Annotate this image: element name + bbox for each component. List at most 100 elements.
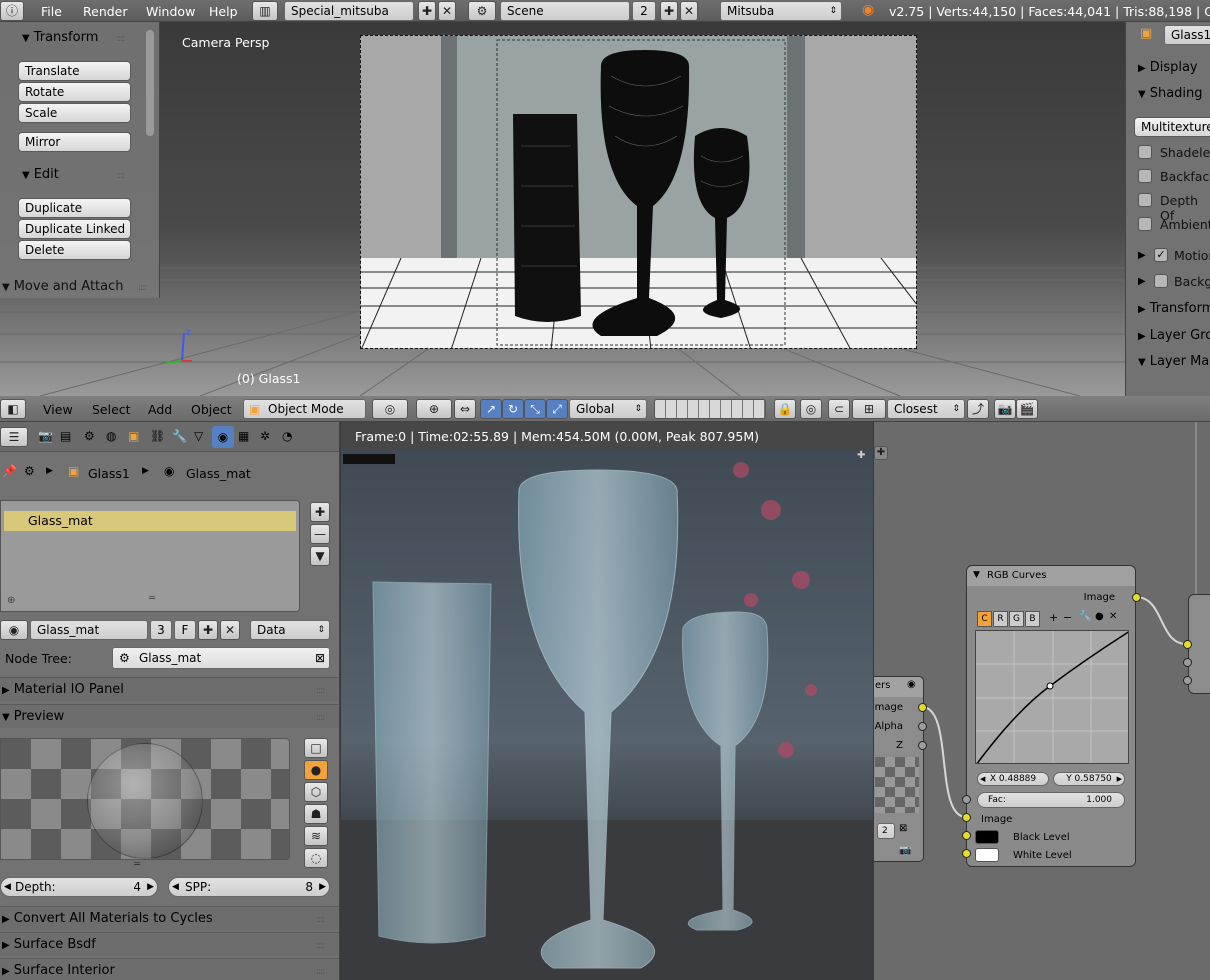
constraints-tab-icon[interactable]: ⛓ — [150, 429, 165, 443]
alpha-output-socket[interactable] — [918, 722, 927, 731]
surface-bsdf-panel[interactable]: ▶ Surface Bsdf:::: — [0, 932, 339, 956]
preview-flat-icon[interactable]: □ — [304, 738, 328, 758]
render-animation-icon[interactable]: 🎬 — [1016, 399, 1038, 419]
display-panel-header[interactable]: ▶ Display — [1138, 60, 1198, 75]
black-level-input-socket[interactable] — [962, 831, 971, 840]
fac-slider[interactable]: Fac: 1.000 — [977, 792, 1125, 808]
render-layers-node-header[interactable]: ers ◉ — [874, 677, 923, 697]
particles-tab-icon[interactable]: ✲ — [260, 429, 270, 443]
object-name-field[interactable]: Glass1 — [1164, 25, 1210, 45]
layer-buttons[interactable] — [654, 399, 766, 419]
drag-grip-icon[interactable]: :::: — [316, 915, 325, 925]
translate-manipulator-icon[interactable]: ↗ — [480, 399, 502, 419]
render-layers-node[interactable]: ers ◉ Image Alpha Z 2 ⊠ 📷 — [874, 676, 924, 862]
preview-hair-icon[interactable]: ≋ — [304, 826, 328, 846]
rgb-curves-node[interactable]: ▼ RGB Curves Image C R G B + − 🔧 ● ✕ ◀ X … — [966, 565, 1136, 867]
curve-point-y-field[interactable]: Y 0.58750 ▶ — [1053, 772, 1125, 786]
pin-icon[interactable]: 📌 — [2, 464, 17, 478]
rotate-manipulator-icon[interactable]: ↻ — [502, 399, 524, 419]
channel-tab-green[interactable]: G — [1009, 611, 1024, 627]
remove-material-slot-icon[interactable]: — — [310, 524, 330, 544]
material-io-panel[interactable]: ▶ Material IO Panel:::: — [0, 677, 339, 701]
zoom-in-icon[interactable]: + — [1049, 611, 1058, 624]
curve-point-x-field[interactable]: ◀ X 0.48889 — [977, 772, 1049, 786]
backface-checkbox[interactable] — [1138, 169, 1152, 183]
preview-sphere-icon[interactable]: ● — [304, 760, 328, 780]
world-tab-icon[interactable]: ◍ — [106, 429, 116, 443]
snap-element-icon[interactable]: ⊞ — [852, 399, 886, 419]
rgb-curves-node-header[interactable]: ▼ RGB Curves — [967, 566, 1135, 586]
depth-of-field-checkbox[interactable] — [1138, 193, 1152, 207]
manipulator-toggle-icon[interactable]: ⇔ — [454, 399, 476, 419]
decrement-arrow-icon[interactable]: ◀ — [4, 878, 11, 896]
collapse-arrow-icon[interactable]: ▼ — [973, 570, 980, 580]
material-browse-icon[interactable]: ◉ — [0, 620, 28, 640]
output-node-z-socket[interactable] — [1183, 676, 1192, 685]
scale-manipulator-icon[interactable]: ⤡ — [524, 399, 546, 419]
physics-tab-icon[interactable]: ◔ — [282, 429, 292, 443]
fac-input-socket[interactable] — [962, 795, 971, 804]
remove-screen-icon[interactable]: ✕ — [438, 1, 456, 21]
texture-tab-icon[interactable]: ▦ — [238, 429, 249, 443]
material-name-field[interactable]: Glass_mat — [30, 620, 148, 640]
render-layers-tab-icon[interactable]: ▤ — [60, 429, 71, 443]
channel-tab-blue[interactable]: B — [1025, 611, 1040, 627]
editor-type-3d-view-icon[interactable]: ◧ — [0, 399, 26, 419]
duplicate-button[interactable]: Duplicate — [18, 198, 131, 218]
render-engine-dropdown[interactable]: Mitsuba ⇕ — [720, 1, 842, 21]
rotate-button[interactable]: Rotate — [18, 82, 131, 102]
clip-icon[interactable]: ● — [1095, 611, 1104, 622]
ambient-checkbox[interactable] — [1138, 217, 1152, 231]
render-layer-icon[interactable]: 📷 — [899, 845, 911, 856]
channel-tab-red[interactable]: R — [993, 611, 1008, 627]
increment-arrow-icon[interactable]: ▶ — [1117, 773, 1122, 785]
clear-node-tree-icon[interactable]: ⊠ — [315, 648, 325, 668]
scene-icon[interactable]: ⚙ — [468, 1, 496, 21]
duplicate-linked-button[interactable]: Duplicate Linked — [18, 219, 131, 239]
editor-type-properties-icon[interactable]: ☰ — [0, 427, 28, 447]
modifiers-tab-icon[interactable]: 🔧 — [172, 429, 187, 443]
menu-window[interactable]: Window — [146, 4, 195, 19]
add-scene-icon[interactable]: ✚ — [660, 1, 678, 21]
curve-graph[interactable] — [975, 630, 1129, 764]
screen-layout-icon[interactable]: ▥ — [252, 1, 278, 21]
background-checkbox[interactable] — [1154, 274, 1168, 288]
drag-grip-icon[interactable]: :::: — [116, 34, 125, 44]
expand-arrow-icon[interactable]: ▶ — [1138, 276, 1146, 287]
orientation-dropdown[interactable]: Global ⇕ — [569, 399, 647, 419]
zoom-out-icon[interactable]: − — [1063, 611, 1072, 624]
drag-grip-icon[interactable]: :::: — [316, 941, 325, 951]
black-level-swatch[interactable] — [975, 830, 999, 844]
unlink-material-icon[interactable]: ✕ — [220, 620, 240, 640]
fake-user-toggle[interactable]: F — [174, 620, 196, 640]
move-attach-panel-header[interactable]: ▼ Move and Attach — [2, 279, 124, 294]
menu-select[interactable]: Select — [92, 402, 131, 417]
curves-input-image-socket[interactable] — [962, 813, 971, 822]
motion-checkbox[interactable]: ✓ — [1154, 248, 1168, 262]
scene-field[interactable]: Scene — [500, 1, 630, 21]
decrement-arrow-icon[interactable]: ◀ — [172, 878, 179, 896]
add-screen-icon[interactable]: ✚ — [418, 1, 436, 21]
expand-arrow-icon[interactable]: ▶ — [1138, 250, 1146, 261]
spp-field[interactable]: ◀ SPP: 8 ▶ — [168, 877, 330, 897]
scale-button[interactable]: Scale — [18, 103, 131, 123]
remove-scene-icon[interactable]: ✕ — [680, 1, 698, 21]
mode-dropdown[interactable]: ▣ Object Mode — [243, 399, 366, 419]
menu-add[interactable]: Add — [148, 402, 172, 417]
node-preview-icon[interactable]: ◉ — [907, 679, 916, 690]
curves-output-image-socket[interactable] — [1132, 593, 1141, 602]
output-node-image-socket[interactable] — [1183, 640, 1192, 649]
material-specials-icon[interactable]: ▼ — [310, 546, 330, 566]
drag-grip-icon[interactable]: :::: — [316, 967, 325, 977]
add-node-editor-icon[interactable]: ✚ — [874, 446, 888, 460]
new-material-icon[interactable]: ✚ — [198, 620, 218, 640]
material-slot-list[interactable]: Glass_mat ⊕ ═ — [0, 500, 300, 612]
tool-shelf-scrollbar[interactable] — [146, 30, 154, 136]
menu-view[interactable]: View — [43, 402, 73, 417]
increment-arrow-icon[interactable]: ▶ — [147, 878, 154, 896]
image-output-socket[interactable] — [918, 703, 927, 712]
delete-button[interactable]: Delete — [18, 240, 131, 260]
preview-monkey-icon[interactable]: ☗ — [304, 804, 328, 824]
preview-cube-icon[interactable]: ⬡ — [304, 782, 328, 802]
proportional-editing-icon[interactable]: ◎ — [800, 399, 822, 419]
